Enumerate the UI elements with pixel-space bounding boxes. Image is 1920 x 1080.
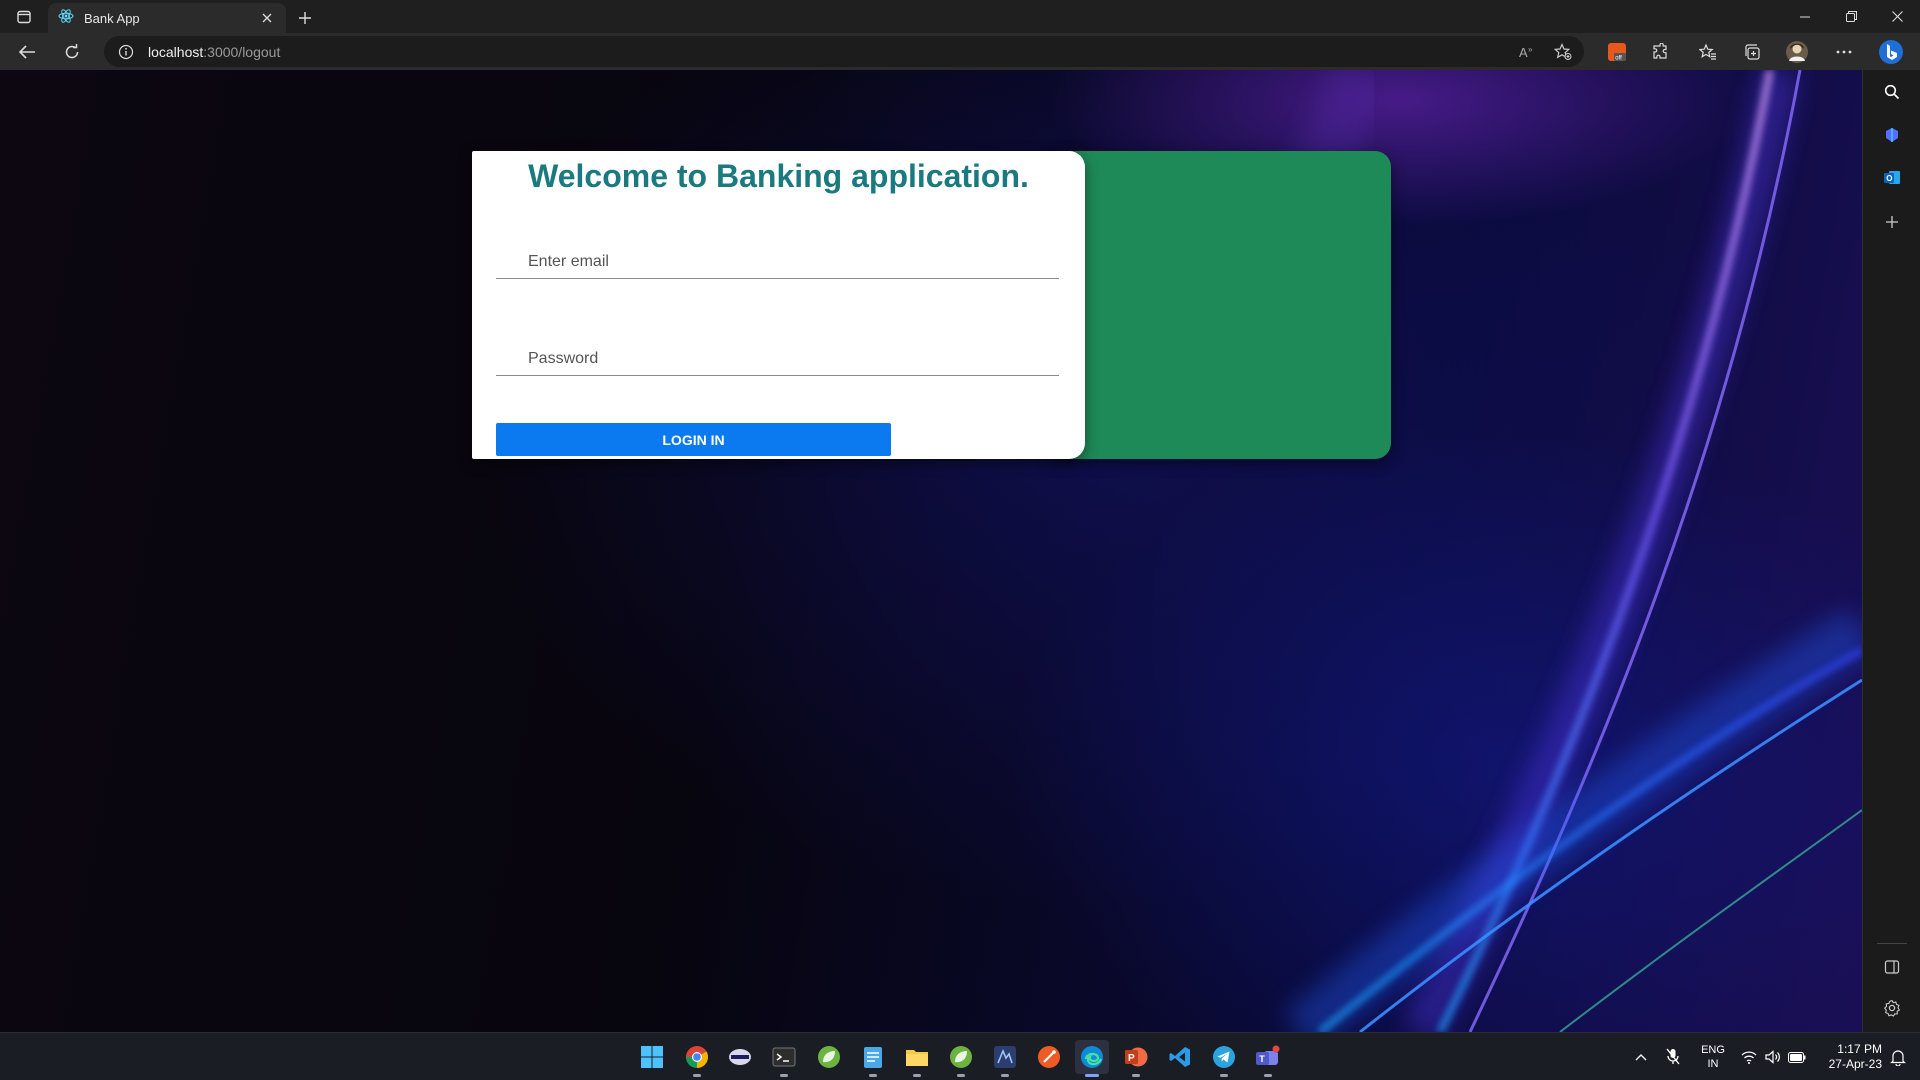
language-primary: ENG <box>1701 1044 1725 1056</box>
running-indicator <box>869 1074 877 1077</box>
volume-icon[interactable] <box>1762 1033 1784 1080</box>
browser-titlebar: Bank App <box>0 0 1920 33</box>
language-indicator[interactable]: ENG IN <box>1697 1033 1729 1080</box>
collections-icon[interactable] <box>1737 37 1767 67</box>
running-indicator <box>1264 1074 1272 1077</box>
login-card: Welcome to Banking application. LOGIN IN <box>472 151 1085 459</box>
bing-chat-icon[interactable] <box>1876 37 1906 67</box>
svg-text:A: A <box>1519 45 1528 60</box>
login-button[interactable]: LOGIN IN <box>496 423 891 456</box>
chrome-icon[interactable] <box>680 1040 714 1077</box>
svg-text:»: » <box>1528 45 1533 54</box>
close-window-button[interactable] <box>1874 0 1920 33</box>
clock-date: 27-Apr-23 <box>1828 1057 1882 1071</box>
running-indicator <box>957 1074 965 1077</box>
new-tab-button[interactable] <box>292 5 318 31</box>
show-hidden-icons-icon[interactable] <box>1628 1033 1654 1080</box>
svg-text:off: off <box>1615 55 1622 61</box>
battery-icon[interactable] <box>1785 1033 1809 1080</box>
browser-sidebar: O <box>1862 70 1920 1032</box>
react-favicon-icon <box>58 8 74 29</box>
start-menu-icon[interactable] <box>635 1040 669 1074</box>
browser-toolbar: localhost:3000/logout A» off <box>0 33 1920 70</box>
notifications-icon[interactable] <box>1885 1033 1911 1080</box>
decorative-green-panel <box>1050 151 1391 459</box>
terminal-icon[interactable] <box>767 1040 801 1077</box>
teams-icon[interactable]: T <box>1251 1040 1285 1077</box>
url-path: :3000/logout <box>203 44 281 60</box>
tab-title: Bank App <box>84 10 140 26</box>
extensions-icon[interactable] <box>1645 37 1675 67</box>
app-generic-icon[interactable] <box>723 1040 757 1074</box>
sidebar-divider <box>1877 943 1907 944</box>
system-clock[interactable]: 1:17 PM 27-Apr-23 <box>1812 1033 1882 1080</box>
tab-actions-icon[interactable] <box>10 6 38 28</box>
running-indicator <box>780 1074 788 1077</box>
read-aloud-icon[interactable]: A» <box>1516 40 1540 64</box>
outlook-icon[interactable]: O <box>1880 166 1904 190</box>
running-indicator <box>1220 1074 1228 1077</box>
running-indicator <box>913 1074 921 1077</box>
search-icon[interactable] <box>1880 80 1904 104</box>
running-indicator <box>693 1074 701 1077</box>
file-explorer-icon[interactable] <box>900 1040 934 1077</box>
spring-tools-2-icon[interactable] <box>944 1040 978 1077</box>
telegram-icon[interactable] <box>1207 1040 1241 1077</box>
close-tab-icon[interactable] <box>258 9 276 27</box>
page-title: Welcome to Banking application. <box>528 158 1029 194</box>
page-viewport: Welcome to Banking application. LOGIN IN <box>0 70 1862 1032</box>
refresh-button[interactable] <box>57 37 87 67</box>
running-indicator <box>1132 1074 1140 1077</box>
clock-time: 1:17 PM <box>1837 1042 1882 1056</box>
url-text: localhost:3000/logout <box>148 44 280 60</box>
svg-text:O: O <box>1886 174 1892 183</box>
svg-text:T: T <box>1259 1054 1265 1064</box>
screen: Bank App localhost:3000/logout A » off W… <box>0 0 1920 1080</box>
hide-sidebar-icon[interactable] <box>1880 955 1904 979</box>
email-field[interactable] <box>496 235 1059 279</box>
language-secondary: IN <box>1707 1058 1719 1070</box>
add-sidebar-app-icon[interactable] <box>1880 210 1904 234</box>
url-host: localhost <box>148 44 204 60</box>
eclipse-icon[interactable] <box>988 1040 1022 1077</box>
restore-button[interactable] <box>1828 0 1874 33</box>
wifi-icon[interactable] <box>1738 1033 1760 1080</box>
browser-tab[interactable]: Bank App <box>48 3 286 33</box>
running-indicator <box>1001 1074 1009 1077</box>
spring-tools-icon[interactable] <box>812 1040 846 1074</box>
back-button[interactable] <box>12 37 42 67</box>
microphone-muted-icon[interactable] <box>1660 1033 1686 1080</box>
extension-off-icon[interactable]: off <box>1602 37 1632 67</box>
favorites-icon[interactable] <box>1693 37 1723 67</box>
vscode-icon[interactable] <box>1163 1040 1197 1074</box>
address-bar[interactable]: localhost:3000/logout A» <box>104 36 1584 67</box>
running-indicator <box>1085 1074 1099 1077</box>
svg-text:P: P <box>1128 1053 1135 1064</box>
edge-icon[interactable] <box>1075 1040 1109 1077</box>
sidebar-settings-icon[interactable] <box>1880 996 1904 1020</box>
password-field[interactable] <box>496 332 1059 376</box>
postman-icon[interactable] <box>1032 1040 1066 1074</box>
minimize-button[interactable] <box>1782 0 1828 33</box>
shopping-icon[interactable] <box>1880 123 1904 147</box>
notepad-icon[interactable] <box>856 1040 890 1077</box>
powerpoint-icon[interactable]: P <box>1119 1040 1153 1077</box>
profile-avatar[interactable] <box>1782 37 1812 67</box>
settings-more-icon[interactable] <box>1829 37 1859 67</box>
site-info-icon[interactable] <box>114 40 138 64</box>
add-favorite-icon[interactable] <box>1551 40 1575 64</box>
windows-taskbar: P T ENG IN 1:17 PM 27-Apr-23 <box>0 1032 1920 1080</box>
